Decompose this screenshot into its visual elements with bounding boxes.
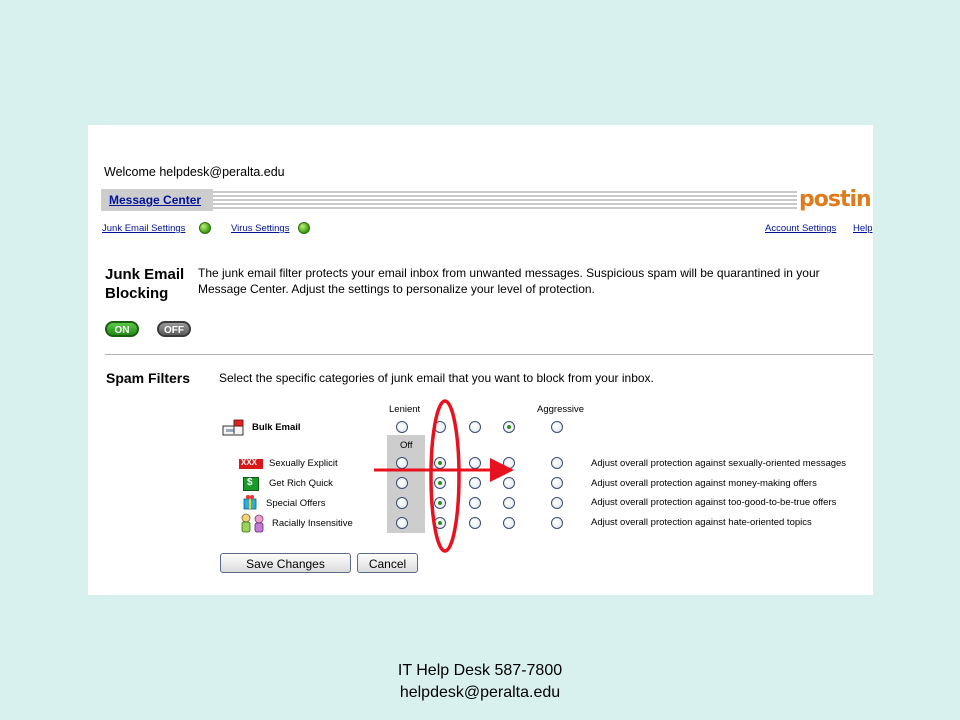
- footer-line2: helpdesk@peralta.edu: [399, 684, 561, 701]
- footer-line1: IT Help Desk 587-7800: [397, 662, 563, 679]
- screenshot-panel: Welcome helpdesk@peralta.edu Message Cen…: [88, 125, 873, 595]
- footer: IT Help Desk 587-7800 helpdesk@peralta.e…: [0, 660, 960, 704]
- annotation-overlay: [374, 399, 514, 553]
- annotation-ellipse: [429, 399, 461, 553]
